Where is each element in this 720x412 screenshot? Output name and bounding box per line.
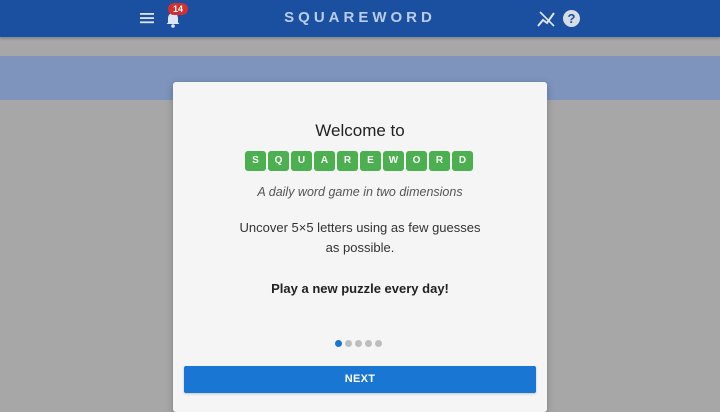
logo-tile: O: [406, 151, 427, 171]
pagination-dot-active[interactable]: [335, 340, 342, 347]
logo-tile: R: [337, 151, 358, 171]
top-app-bar: 14 SQUAREWORD ?: [0, 0, 720, 37]
pagination-dot[interactable]: [355, 340, 362, 347]
logo-tile: R: [429, 151, 450, 171]
tagline: A daily word game in two dimensions: [257, 185, 463, 199]
pagination-dot[interactable]: [375, 340, 382, 347]
logo-tile: U: [291, 151, 312, 171]
logo-tile: S: [245, 151, 266, 171]
pagination-dots: [335, 340, 382, 347]
call-to-action: Play a new puzzle every day!: [271, 281, 449, 296]
logo-tile: D: [452, 151, 473, 171]
logo-tile: W: [383, 151, 404, 171]
pagination-dot[interactable]: [365, 340, 372, 347]
logo-tile: E: [360, 151, 381, 171]
help-icon[interactable]: ?: [563, 10, 580, 27]
logo-tile: A: [314, 151, 335, 171]
welcome-dialog: Welcome to S Q U A R E W O R D A daily w…: [173, 82, 547, 412]
next-button[interactable]: NEXT: [184, 366, 536, 393]
stats-icon[interactable]: [537, 9, 557, 29]
logo-tile: Q: [268, 151, 289, 171]
logo-tiles: S Q U A R E W O R D: [245, 151, 473, 171]
welcome-heading: Welcome to: [315, 121, 405, 140]
app-title: SQUAREWORD: [284, 9, 436, 26]
pagination-dot[interactable]: [345, 340, 352, 347]
description: Uncover 5×5 letters using as few guesses…: [239, 220, 481, 255]
